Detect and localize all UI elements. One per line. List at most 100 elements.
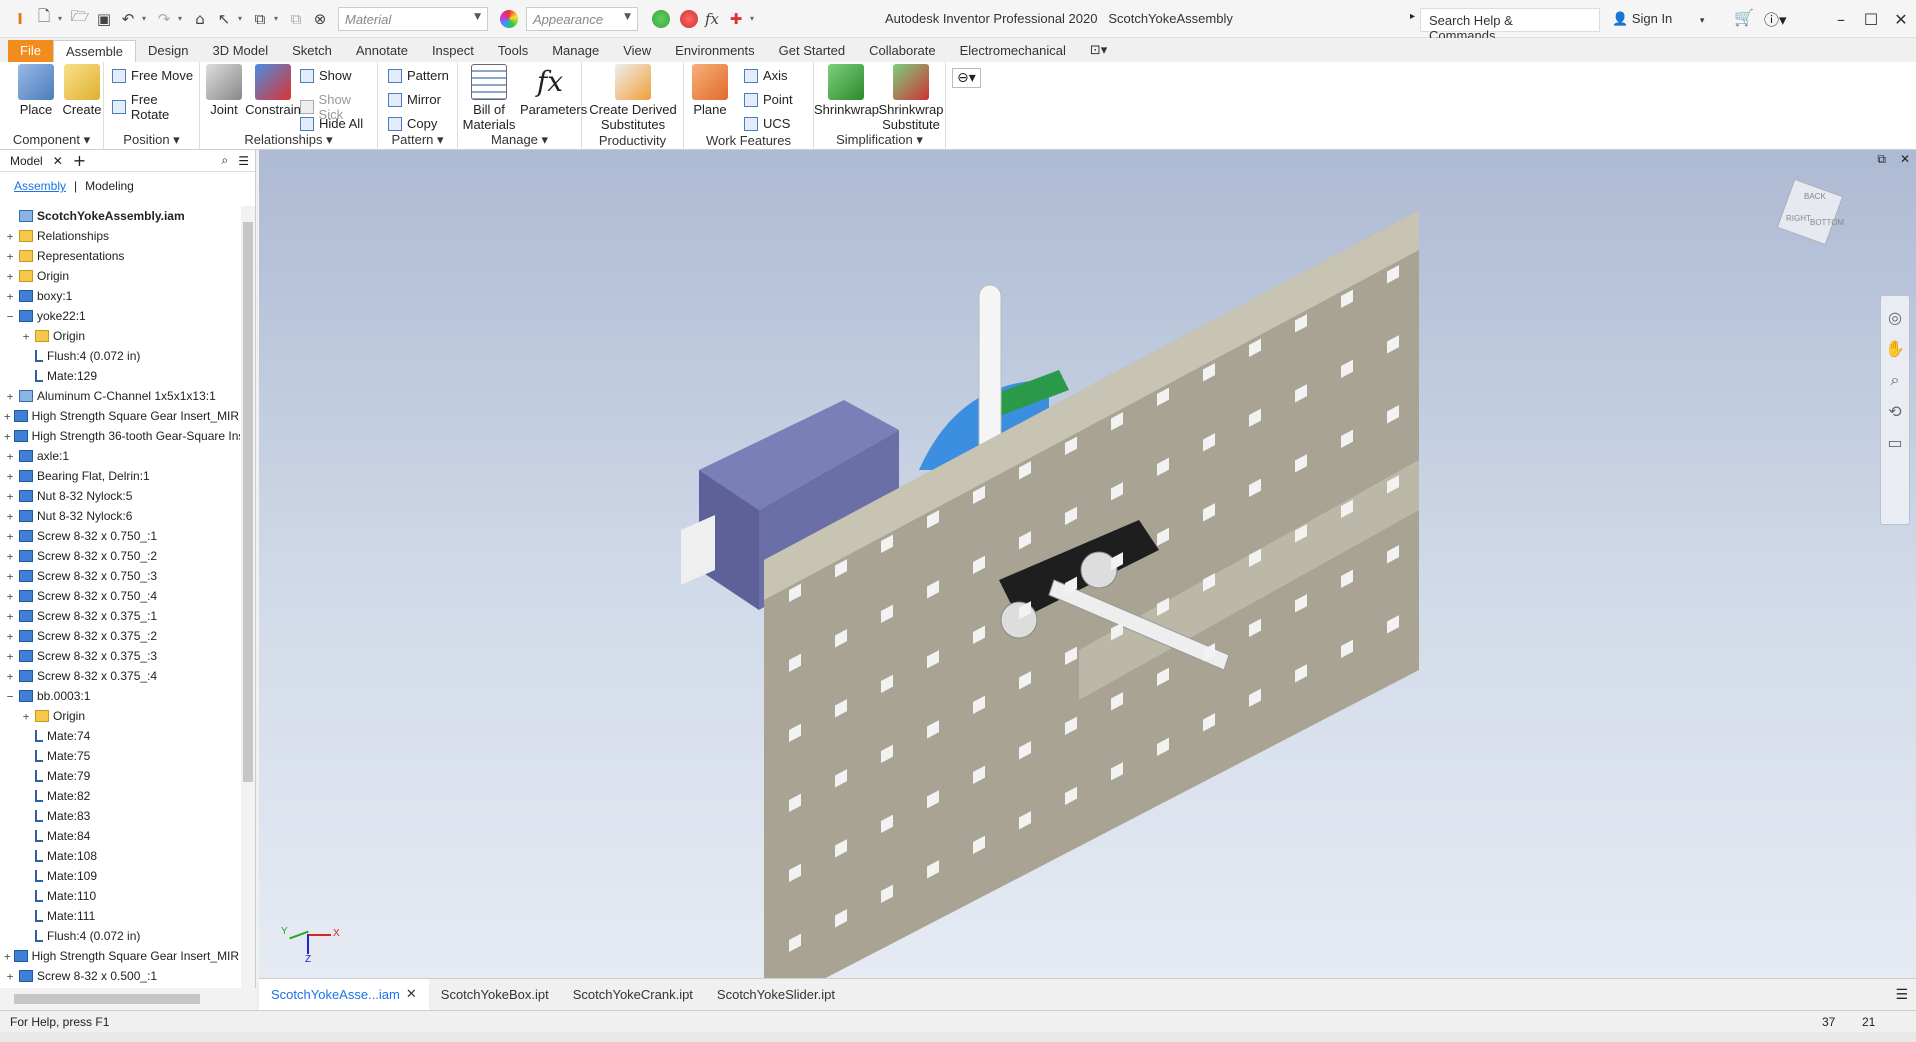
expand-icon[interactable]: + <box>4 230 16 243</box>
tree-item[interactable]: ScotchYokeAssembly.iam <box>0 206 240 226</box>
close-tab-icon[interactable]: ✕ <box>406 987 417 1002</box>
menu-icon[interactable]: ☰ <box>238 154 249 168</box>
tree-item[interactable]: Mate:129 <box>0 366 240 386</box>
browser-horizontal-scrollbar[interactable] <box>0 988 256 1010</box>
tree-item[interactable]: + High Strength Square Gear Insert_MIR: <box>0 406 240 426</box>
select-dropdown-icon[interactable]: ▾ <box>238 14 246 23</box>
tree-item[interactable]: Mate:83 <box>0 806 240 826</box>
simplification-panel-footer[interactable]: Simplification ▾ <box>814 132 945 148</box>
graphics-viewport[interactable]: BACK RIGHT BOTTOM ⧉ ✕ ◎ ✋ ⌕ ⟲ ▭ X Y Z <box>259 150 1916 978</box>
expand-icon[interactable]: + <box>4 470 16 483</box>
expand-icon[interactable]: + <box>4 670 16 683</box>
fx-parameters-icon[interactable]: fx <box>702 9 722 29</box>
maximize-icon[interactable]: ☐ <box>1856 10 1886 29</box>
tree-item[interactable]: + High Strength 36-tooth Gear-Square Ins <box>0 426 240 446</box>
tab-electromechanical[interactable]: Electromechanical <box>948 40 1078 62</box>
expand-icon[interactable]: + <box>4 430 11 443</box>
tree-item[interactable]: Mate:109 <box>0 866 240 886</box>
doc-tab-slider[interactable]: ScotchYokeSlider.ipt <box>705 979 847 1011</box>
scroll-thumb[interactable] <box>14 994 200 1004</box>
ucs-button[interactable]: UCS <box>744 116 790 131</box>
expand-icon[interactable]: + <box>4 590 16 603</box>
tree-item[interactable]: + Screw 8-32 x 0.500_:1 <box>0 966 240 986</box>
tree-item[interactable]: + Origin <box>0 266 240 286</box>
view-cube[interactable]: BACK RIGHT BOTTOM <box>1776 178 1846 250</box>
tree-item[interactable]: Mate:84 <box>0 826 240 846</box>
tree-item[interactable]: − yoke22:1 <box>0 306 240 326</box>
tree-item[interactable]: + Screw 8-32 x 0.750_:1 <box>0 526 240 546</box>
home-icon[interactable]: ⌂ <box>190 9 210 29</box>
select-mode-icon[interactable]: ↖ <box>214 9 234 29</box>
search-expand-icon[interactable]: ▸ <box>1410 11 1415 22</box>
expand-icon[interactable]: + <box>4 650 16 663</box>
tree-item[interactable]: + Screw 8-32 x 0.375_:4 <box>0 666 240 686</box>
create-derived-substitutes-button[interactable]: Create Derived Substitutes <box>588 64 678 132</box>
tree-item[interactable]: + Origin <box>0 326 240 346</box>
expand-icon[interactable]: + <box>4 450 16 463</box>
tab-sketch[interactable]: Sketch <box>280 40 344 62</box>
pattern-panel-footer[interactable]: Pattern ▾ <box>378 132 457 148</box>
expand-icon[interactable]: + <box>4 250 16 263</box>
viewport-close-icon[interactable]: ✕ <box>1900 152 1910 166</box>
help-icon[interactable]: ⓘ▾ <box>1764 9 1787 30</box>
new-dropdown-icon[interactable]: ▾ <box>58 14 66 23</box>
constrain-button[interactable]: Constrain <box>244 64 302 117</box>
appearance-combo[interactable]: Appearance ▼ <box>526 6 638 31</box>
ribbon-more-button[interactable]: ⊖▾ <box>952 68 981 88</box>
expand-icon[interactable]: + <box>4 490 16 503</box>
hide-all-button[interactable]: Hide All <box>300 116 363 131</box>
customize-dropdown-icon[interactable]: ▾ <box>750 14 758 23</box>
tree-item[interactable]: + boxy:1 <box>0 286 240 306</box>
look-at-icon[interactable]: ▭ <box>1881 433 1909 452</box>
pattern-button[interactable]: Pattern <box>388 68 449 83</box>
tree-item[interactable]: + Screw 8-32 x 0.750_:2 <box>0 546 240 566</box>
close-icon[interactable]: ✕ <box>1886 10 1916 29</box>
tab-annotate[interactable]: Annotate <box>344 40 420 62</box>
shrinkwrap-button[interactable]: Shrinkwrap <box>814 64 879 117</box>
show-button[interactable]: Show <box>300 68 352 83</box>
add-icon[interactable]: ✚ <box>726 9 746 29</box>
tree-item[interactable]: + Screw 8-32 x 0.375_:2 <box>0 626 240 646</box>
steering-wheel-icon[interactable]: ◎ <box>1881 308 1909 327</box>
tab-modeling[interactable]: Modeling <box>85 179 134 193</box>
expand-icon[interactable]: + <box>4 270 16 283</box>
minimize-icon[interactable]: – <box>1826 10 1856 29</box>
expand-icon[interactable]: + <box>4 970 16 983</box>
tree-item[interactable]: Mate:108 <box>0 846 240 866</box>
tab-assemble[interactable]: Assemble <box>52 40 137 62</box>
doc-tab-assembly[interactable]: ScotchYokeAsse...iam ✕ <box>259 978 429 1011</box>
search-icon[interactable]: ⌕ <box>222 153 229 168</box>
expand-icon[interactable]: + <box>4 550 16 563</box>
tab-menu-icon[interactable]: ☰ <box>1895 987 1908 1003</box>
view-cube-face[interactable] <box>1776 178 1844 246</box>
axis-button[interactable]: Axis <box>744 68 788 83</box>
expand-icon[interactable]: + <box>4 530 16 543</box>
tree-item[interactable]: + Screw 8-32 x 0.375_:3 <box>0 646 240 666</box>
update-icon[interactable]: ⧉ <box>250 9 270 29</box>
expand-icon[interactable]: + <box>4 610 16 623</box>
tree-item[interactable]: + Nut 8-32 Nylock:6 <box>0 506 240 526</box>
undo-dropdown-icon[interactable]: ▾ <box>142 14 150 23</box>
tab-3d-model[interactable]: 3D Model <box>201 40 281 62</box>
tree-item[interactable]: + Screw 8-32 x 0.750_:3 <box>0 566 240 586</box>
expand-icon[interactable]: + <box>20 710 32 723</box>
tab-get-started[interactable]: Get Started <box>767 40 857 62</box>
mirror-button[interactable]: Mirror <box>388 92 441 107</box>
copy-button[interactable]: Copy <box>388 116 437 131</box>
viewport-restore-icon[interactable]: ⧉ <box>1877 152 1886 167</box>
cart-icon[interactable]: 🛒 <box>1734 8 1754 27</box>
ribbon-options-button[interactable]: ⊡▾ <box>1078 40 1119 62</box>
component-panel-footer[interactable]: Component ▾ <box>0 132 103 148</box>
tree-item[interactable]: Mate:79 <box>0 766 240 786</box>
tree-item[interactable]: + Representations <box>0 246 240 266</box>
tree-item[interactable]: Flush:4 (0.072 in) <box>0 926 240 946</box>
tree-item[interactable]: + Screw 8-32 x 0.375_:1 <box>0 606 240 626</box>
tab-design[interactable]: Design <box>136 40 200 62</box>
tab-inspect[interactable]: Inspect <box>420 40 486 62</box>
orbit-icon[interactable]: ⟲ <box>1881 402 1909 421</box>
tree-item[interactable]: + Screw 8-32 x 0.750_:4 <box>0 586 240 606</box>
zoom-icon[interactable]: ⌕ <box>1881 370 1909 390</box>
tab-assembly[interactable]: Assembly <box>14 179 66 193</box>
manage-panel-footer[interactable]: Manage ▾ <box>458 132 581 148</box>
point-button[interactable]: Point <box>744 92 793 107</box>
